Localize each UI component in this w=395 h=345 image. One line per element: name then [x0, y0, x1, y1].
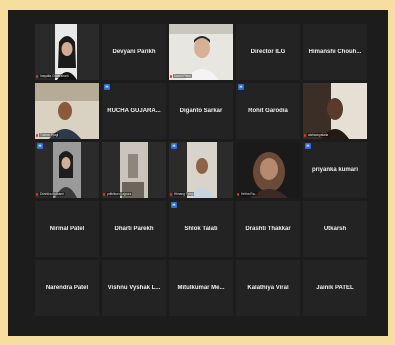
participant-name: Diganto Sarkar — [179, 108, 223, 114]
muted-mic-icon — [170, 75, 172, 78]
participant-name: Nirmal Patel — [49, 226, 85, 232]
participant-tile[interactable]: Dharti Parekh — [102, 201, 166, 257]
participant-tile[interactable]: priyanka kumari H — [303, 142, 367, 198]
raised-hand-icon: H — [171, 143, 177, 149]
muted-mic-icon — [304, 134, 306, 137]
participant-name: Hritha Ra... — [240, 192, 259, 196]
participant-tile[interactable]: Director ILG — [236, 24, 300, 80]
participant-video — [102, 142, 166, 198]
participant-tile[interactable]: Vishnu Vyshak L... — [102, 260, 166, 316]
raised-hand-icon: H — [238, 84, 244, 90]
participant-name: Mitulkumar Me... — [177, 285, 225, 291]
participant-tile[interactable]: prithikurv...ajpura — [102, 142, 166, 198]
participant-tile[interactable]: Devyani Parikh — [102, 24, 166, 80]
participant-name: Inayatla Chakrabarti — [39, 74, 70, 78]
participant-video — [35, 83, 99, 139]
participant-name: RUCHA GUJARA... — [107, 108, 161, 114]
participant-tile[interactable]: Darsh Patel — [169, 24, 233, 80]
participant-tile[interactable]: Nirmal Patel — [35, 201, 99, 257]
muted-mic-icon — [36, 134, 38, 137]
participant-name: Narendra Patel — [45, 285, 89, 291]
participant-name: Jainik PATEL — [316, 285, 354, 291]
participant-tile[interactable]: Kalathiya Viral — [236, 260, 300, 316]
participant-name: Utkarsh — [323, 226, 347, 232]
participant-tile[interactable]: Himang Tyagi H — [169, 142, 233, 198]
participant-name: Shlok Talati — [184, 226, 218, 232]
participant-tile[interactable]: aishwaryatalla — [303, 83, 367, 139]
muted-mic-icon — [237, 193, 239, 196]
participant-name: priyanka kumari — [311, 167, 359, 173]
participant-tile[interactable]: Diganto Sarkar — [169, 83, 233, 139]
raised-hand-icon: H — [104, 84, 110, 90]
participant-name: Drashti Thakkar — [245, 226, 291, 232]
participant-tile[interactable]: Tushar Tyagi — [35, 83, 99, 139]
participant-video — [35, 142, 99, 198]
participant-name: Devyani Parikh — [112, 49, 156, 55]
participant-name: Dharti Parekh — [114, 226, 154, 232]
participant-tile[interactable]: Drashti Thakkar — [236, 201, 300, 257]
participant-tile[interactable]: Utkarsh — [303, 201, 367, 257]
muted-mic-icon — [36, 75, 38, 78]
participant-name: Kalathiya Viral — [247, 285, 289, 291]
participant-name: Himanshi Chouh... — [308, 49, 362, 55]
participant-tile[interactable]: Narendra Patel — [35, 260, 99, 316]
raised-hand-icon: H — [171, 202, 177, 208]
participant-video — [35, 24, 99, 80]
participant-name: Tushar Tyagi — [39, 133, 60, 137]
participant-tile[interactable]: RUCHA GUJARA... H — [102, 83, 166, 139]
participant-tile[interactable]: Hritha Ra... — [236, 142, 300, 198]
muted-mic-icon — [170, 193, 172, 196]
raised-hand-icon: H — [37, 143, 43, 149]
participant-name: Vishnu Vyshak L... — [107, 285, 161, 291]
participant-tile[interactable]: Jainik PATEL — [303, 260, 367, 316]
participant-video — [303, 83, 367, 139]
participant-name: Drishika Kulkarni — [39, 192, 65, 196]
muted-mic-icon — [103, 193, 105, 196]
participant-name: Rohit Garodia — [248, 108, 288, 114]
participant-name: prithikurv...ajpura — [106, 192, 133, 196]
participant-tile[interactable]: Rohit Garodia H — [236, 83, 300, 139]
participant-name: aishwaryatalla — [307, 133, 330, 137]
participant-grid: Inayatla Chakrabarti Devyani Parikh Darsh … — [35, 24, 367, 316]
participant-name: Director ILG — [250, 49, 286, 55]
participant-tile[interactable]: Inayatla Chakrabarti — [35, 24, 99, 80]
meeting-window: Inayatla Chakrabarti Devyani Parikh Darsh … — [8, 10, 388, 336]
raised-hand-icon: H — [305, 143, 311, 149]
participant-tile[interactable]: Himanshi Chouh... — [303, 24, 367, 80]
participant-name: Darsh Patel — [173, 74, 192, 78]
participant-tile[interactable]: Shlok Talati H — [169, 201, 233, 257]
participant-video — [236, 142, 300, 198]
participant-tile[interactable]: Mitulkumar Me... — [169, 260, 233, 316]
participant-tile[interactable]: Drishika Kulkarni H — [35, 142, 99, 198]
participant-video — [169, 142, 233, 198]
participant-video — [169, 24, 233, 80]
participant-name: Himang Tyagi — [173, 192, 195, 196]
muted-mic-icon — [36, 193, 38, 196]
